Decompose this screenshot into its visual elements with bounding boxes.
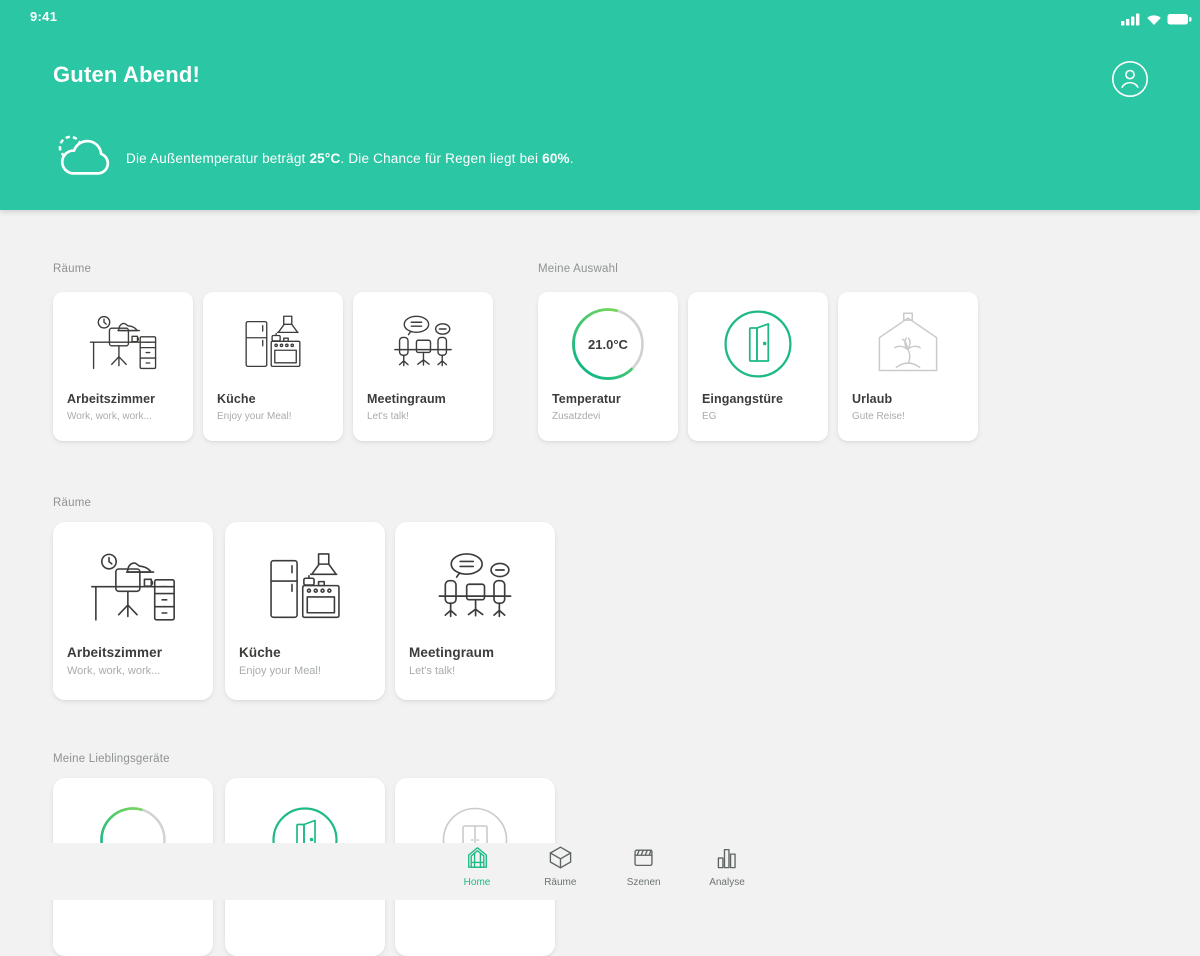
room-card-kueche[interactable]: Küche Enjoy your Meal! — [203, 292, 343, 441]
card-title: Eingangstüre — [702, 392, 784, 406]
card-subtitle: Work, work, work... — [67, 665, 161, 677]
status-icons — [1121, 13, 1192, 31]
card-title: Küche — [239, 645, 281, 660]
card-subtitle: EG — [702, 411, 717, 422]
battery-icon — [1167, 13, 1192, 31]
card-subtitle: Enjoy your Meal! — [217, 411, 292, 422]
card-subtitle: Let's talk! — [409, 665, 456, 677]
room-card-kueche-large[interactable]: Küche Enjoy your Meal! — [225, 522, 385, 700]
room-card-arbeitszimmer[interactable]: Arbeitszimmer Work, work, work... — [53, 292, 193, 441]
cube-icon — [547, 844, 574, 874]
status-time: 9:41 — [30, 9, 58, 24]
kitchen-icon — [225, 534, 385, 644]
tab-bar: Home Räume Szenen Analyse — [0, 843, 1200, 900]
greenhouse-home-icon — [464, 844, 491, 874]
tab-label: Szenen — [626, 877, 661, 888]
section-label-lieblingsgeraete: Meine Lieblingsgeräte — [53, 753, 170, 765]
weather-temp: 25°C — [309, 151, 341, 166]
card-subtitle: Work, work, work... — [67, 411, 152, 422]
header: 9:41 Guten Abend! Die Außentemperatur be… — [0, 0, 1200, 210]
bar-chart-icon — [713, 844, 740, 874]
card-title: Urlaub — [852, 392, 893, 406]
tab-label: Räume — [544, 877, 577, 888]
tab-szenen[interactable]: Szenen — [608, 844, 680, 888]
weather-message: Die Außentemperatur beträgt 25°C. Die Ch… — [126, 151, 574, 166]
weather-banner: Die Außentemperatur beträgt 25°C. Die Ch… — [52, 130, 574, 187]
section-label-raeume-2: Räume — [53, 497, 92, 509]
open-door-circle-icon — [688, 300, 828, 388]
card-title: Meetingraum — [409, 645, 495, 660]
favorite-card-urlaub[interactable]: Urlaub Gute Reise! — [838, 292, 978, 441]
card-title: Arbeitszimmer — [67, 645, 163, 660]
sun-behind-cloud-icon — [52, 130, 110, 187]
tab-home[interactable]: Home — [441, 844, 513, 888]
wifi-icon — [1146, 13, 1162, 31]
card-title: Temperatur — [552, 392, 621, 406]
card-title: Küche — [217, 392, 256, 406]
temperature-value: 21.0°C — [588, 336, 628, 352]
home-office-desk-icon — [53, 300, 193, 388]
card-subtitle: Enjoy your Meal! — [239, 665, 321, 677]
kitchen-icon — [203, 300, 343, 388]
room-card-arbeitszimmer-large[interactable]: Arbeitszimmer Work, work, work... — [53, 522, 213, 700]
favorite-card-temperatur[interactable]: 21.0°C Temperatur Zusatzdevi — [538, 292, 678, 441]
card-title: Arbeitszimmer — [67, 392, 156, 406]
tab-analyse[interactable]: Analyse — [691, 844, 763, 888]
card-subtitle: Zusatzdevi — [552, 411, 601, 422]
temperature-ring-icon: 21.0°C — [538, 300, 678, 388]
section-label-raeume-1: Räume — [53, 263, 92, 275]
weather-rain-chance: 60% — [542, 151, 570, 166]
card-title: Meetingraum — [367, 392, 446, 406]
tab-label: Home — [463, 877, 491, 888]
meeting-chairs-icon — [395, 534, 555, 644]
greeting: Guten Abend! — [53, 62, 201, 87]
home-office-desk-icon — [53, 534, 213, 644]
card-subtitle: Let's talk! — [367, 411, 409, 422]
tab-raeume[interactable]: Räume — [524, 844, 596, 888]
profile-button[interactable] — [1111, 60, 1149, 98]
section-label-meine-auswahl: Meine Auswahl — [538, 263, 618, 275]
meeting-chairs-icon — [353, 300, 493, 388]
room-card-meetingraum[interactable]: Meetingraum Let's talk! — [353, 292, 493, 441]
card-subtitle: Gute Reise! — [852, 411, 905, 422]
clapperboard-icon — [630, 844, 657, 874]
tab-label: Analyse — [709, 877, 745, 888]
vacation-palm-house-icon — [838, 300, 978, 388]
favorite-card-eingangstuere[interactable]: Eingangstüre EG — [688, 292, 828, 441]
room-card-meetingraum-large[interactable]: Meetingraum Let's talk! — [395, 522, 555, 700]
signal-bars-icon — [1121, 13, 1141, 31]
